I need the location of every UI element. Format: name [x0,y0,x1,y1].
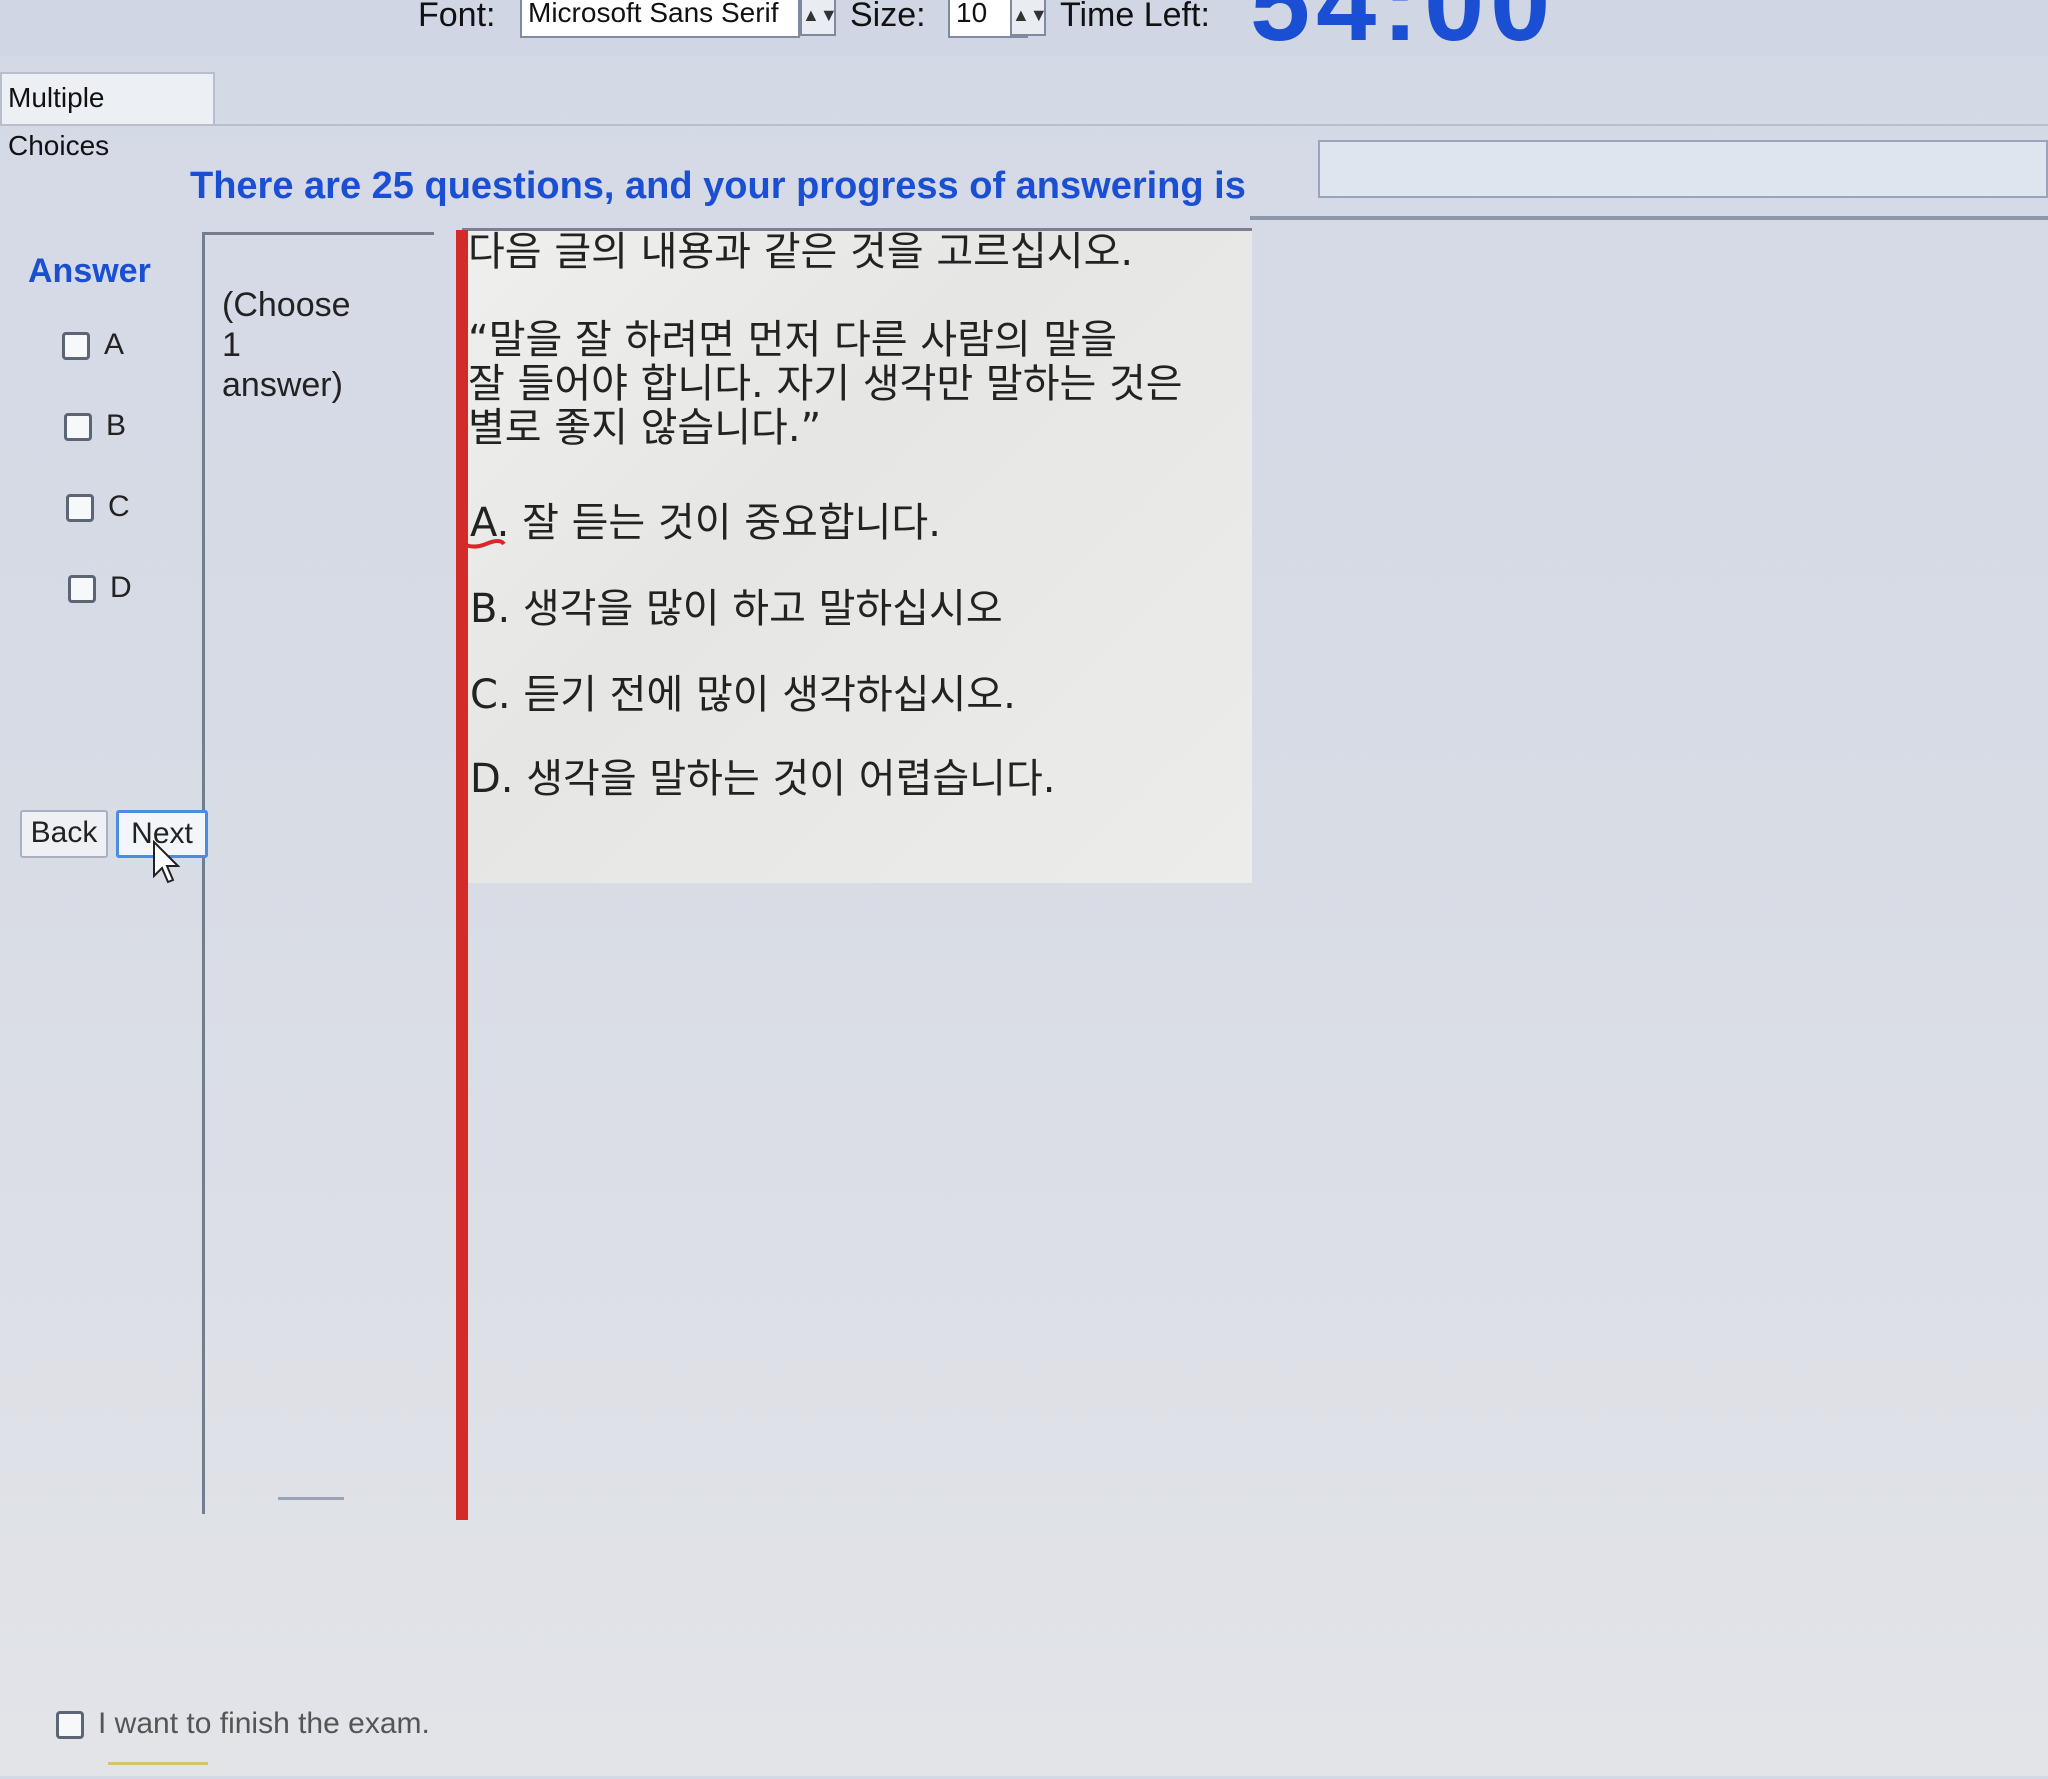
mouse-cursor-icon [153,840,181,884]
answer-option-a[interactable]: A [62,327,124,363]
time-left-label: Time Left: [1060,0,1210,34]
question-instruction: 다음 글의 내용과 같은 것을 고르십시오. [468,229,1134,275]
choose-hint-line: 1 [222,326,241,364]
finish-button-edge [108,1762,208,1779]
choice-a: A. 잘 듣는 것이 중요합니다. [470,500,941,546]
passage-line: “말을 잘 하려면 먼저 다른 사람의 말을 [468,317,1118,363]
timer: 54:00 [1250,0,1557,63]
choice-b: B. 생각을 많이 하고 말하십시오 [470,586,1003,632]
choose-hint-line: answer) [222,366,343,404]
choose-hint: (Choose 1 answer) [222,285,422,405]
tab-divider [0,124,2048,126]
finish-exam-option[interactable]: I want to finish the exam. [56,1706,430,1742]
answer-option-c[interactable]: C [66,489,130,525]
size-label: Size: [850,0,926,34]
passage-line: 잘 들어야 합니다. 자기 생각만 말하는 것은 [468,361,1183,407]
finish-exam-label: I want to finish the exam. [98,1707,430,1740]
font-spin-icon[interactable]: ▲▼ [800,0,838,36]
choice-d: D. 생각을 말하는 것이 어렵습니다. [470,756,1056,802]
answer-option-b[interactable]: B [64,408,126,444]
pen-underline-mark [458,539,506,549]
tab-multiple-choices[interactable]: Multiple Choices [0,72,215,161]
answer-option-label: A [104,328,125,361]
checkbox-icon[interactable] [66,494,94,523]
checkbox-icon[interactable] [68,575,96,604]
checkbox-icon[interactable] [64,413,92,442]
passage-line: 별로 좋지 않습니다.” [468,405,822,451]
panel-mark [278,1497,344,1500]
toolbar: Font: Microsoft Sans Serif ▲▼ Size: 10 ▲… [0,0,2048,63]
answer-option-label: C [108,490,130,523]
progress-text: There are 25 questions, and your progres… [190,165,1246,207]
divider-line [1250,216,2048,220]
answer-option-label: D [110,571,132,604]
choose-hint-line: (Choose [222,286,351,324]
answer-option-label: B [106,409,127,442]
checkbox-icon[interactable] [62,332,90,361]
progress-bar [1318,140,2048,198]
margin-line [456,230,468,1520]
answer-option-d[interactable]: D [68,570,132,606]
answer-title: Answer [28,252,151,290]
choose-panel [202,232,434,1514]
font-label: Font: [418,0,496,34]
size-spin-icon[interactable]: ▲▼ [1010,0,1048,36]
choice-c: C. 듣기 전에 많이 생각하십시오. [470,672,1016,718]
back-button[interactable]: Back [20,810,108,858]
font-select[interactable]: Microsoft Sans Serif [520,0,800,38]
checkbox-icon[interactable] [56,1711,84,1740]
